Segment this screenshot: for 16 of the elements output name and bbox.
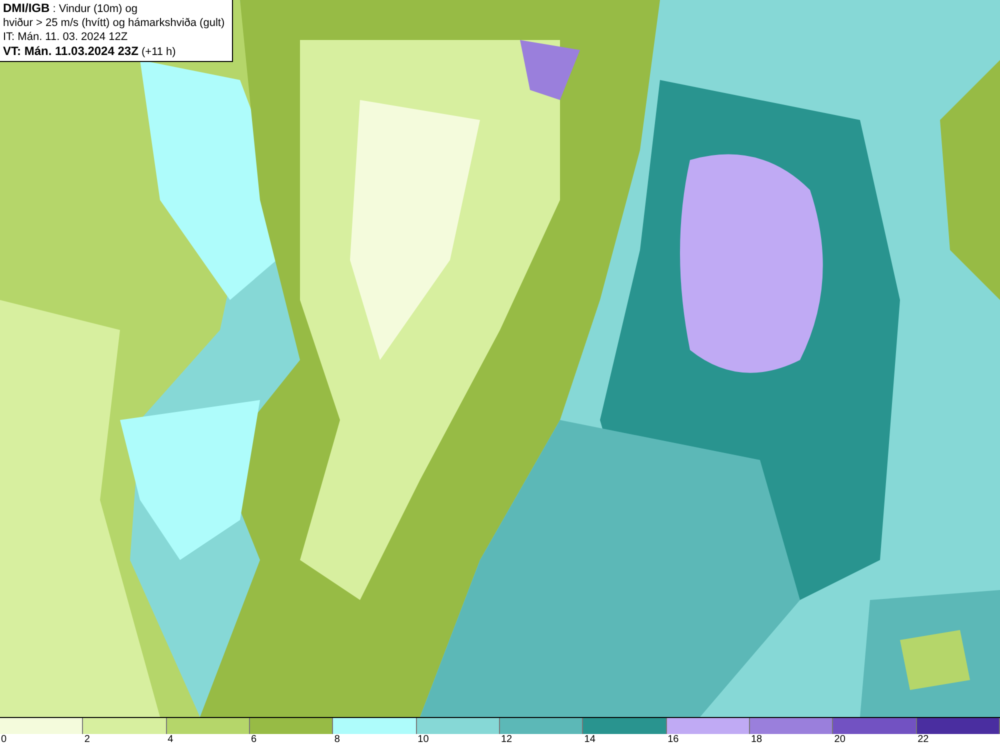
legend-label: 14: [583, 734, 596, 746]
legend-label: 22: [916, 734, 929, 746]
legend-label: 4: [166, 734, 174, 746]
legend-label: 18: [750, 734, 762, 746]
issue-time-text: IT: Mán. 11. 03. 2024 12Z: [3, 30, 129, 44]
valid-time-text: VT: Mán. 11.03.2024 23Z (+11 h): [3, 44, 177, 59]
legend-label: 0: [0, 734, 7, 746]
subtitle-text: hviður > 25 m/s (hvítt) og hámarkshviða (gult): [3, 16, 226, 30]
legend-label: 6: [250, 734, 257, 746]
legend-label: 20: [833, 734, 846, 746]
legend-label: 16: [666, 734, 679, 746]
legend-label: 8: [333, 734, 340, 746]
title-text: DMI/IGB : Vindur (10m) og: [3, 1, 139, 16]
legend-label: 10: [416, 734, 429, 746]
legend-label: 2: [83, 734, 90, 746]
legend-label: 12: [500, 734, 512, 746]
